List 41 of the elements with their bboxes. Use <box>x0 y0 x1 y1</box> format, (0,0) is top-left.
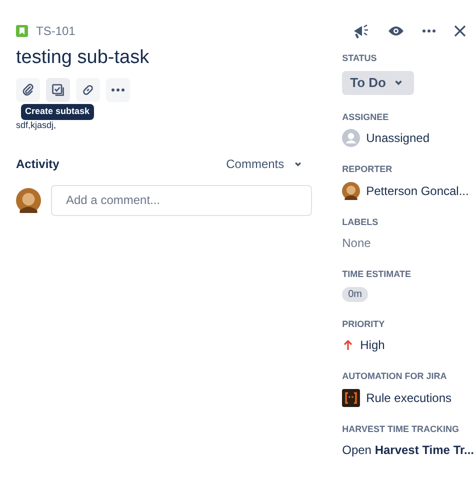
automation-icon <box>342 388 360 406</box>
megaphone-icon[interactable] <box>352 23 370 39</box>
user-name[interactable]: Petterson Goncal... <box>366 182 469 200</box>
chevron-down-icon <box>294 160 302 168</box>
subtask-icon <box>51 83 65 97</box>
field-label: TIME ESTIMATE <box>342 268 412 281</box>
field-label: STATUS <box>342 52 378 65</box>
eye-icon[interactable] <box>388 25 404 37</box>
tooltip: Create subtask <box>21 104 94 120</box>
activity-heading: Activity <box>16 156 60 172</box>
link-button[interactable] <box>76 78 100 102</box>
harvest-link[interactable]: Open Harvest Time Tr... <box>342 441 474 459</box>
issue-description[interactable]: sdf,kjasdj, <box>16 120 312 130</box>
field-label: ASSIGNEE <box>342 110 390 124</box>
link-icon <box>81 83 95 97</box>
field-label: REPORTER <box>342 163 394 176</box>
arrow-up-icon <box>342 339 354 351</box>
user-name[interactable]: Unassigned <box>366 129 430 147</box>
subtask-button[interactable] <box>46 78 70 102</box>
issue-title[interactable]: testing sub-task <box>16 46 312 70</box>
field-label: LABELS <box>342 216 380 228</box>
field-label: HARVEST TIME TRACKING <box>342 422 460 436</box>
more-icon[interactable] <box>422 29 436 33</box>
issue-key[interactable]: TS-101 <box>36 22 76 40</box>
field-value[interactable]: None <box>342 234 474 252</box>
field-label: AUTOMATION FOR JIRA <box>342 370 448 383</box>
story-icon <box>16 25 28 37</box>
more-icon <box>111 88 125 92</box>
close-icon[interactable] <box>454 25 466 37</box>
comment-field[interactable]: Add a comment... <box>51 184 312 216</box>
comments-dropdown[interactable]: Comments <box>226 154 302 172</box>
priority-value[interactable]: High <box>360 336 385 354</box>
automation-link[interactable]: Rule executions <box>366 388 452 406</box>
time-badge[interactable]: 0m <box>342 286 368 302</box>
chevron-down-icon <box>394 78 403 87</box>
field-label: PRIORITY <box>342 318 386 330</box>
paperclip-icon <box>21 83 35 97</box>
status-dropdown[interactable]: To Do <box>342 70 414 94</box>
more-button[interactable] <box>106 78 130 102</box>
attach-button[interactable] <box>16 78 40 102</box>
user-avatar <box>16 188 41 212</box>
